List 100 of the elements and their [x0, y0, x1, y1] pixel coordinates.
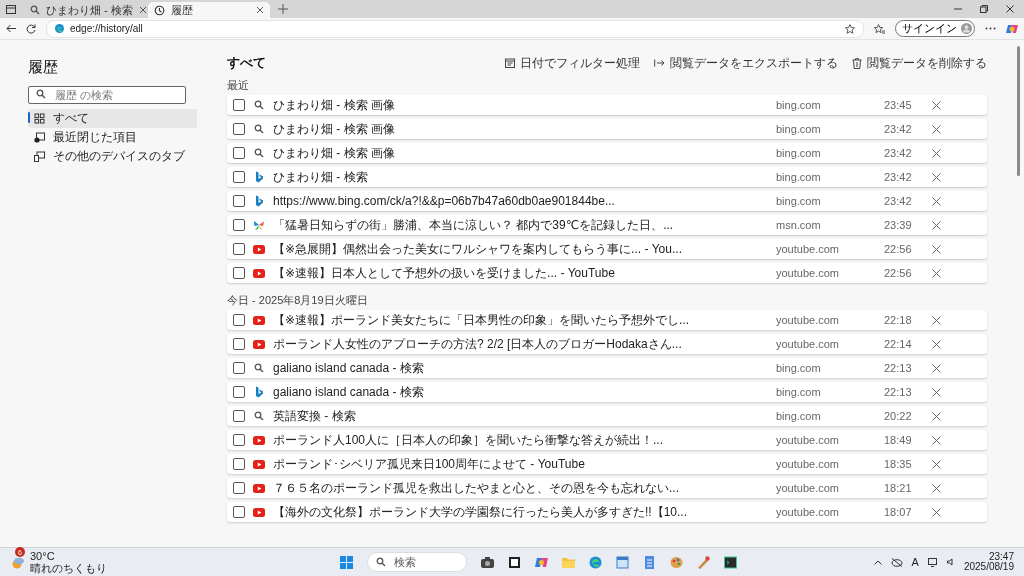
sidebar-item[interactable]: すべて: [28, 109, 200, 128]
checkbox[interactable]: [233, 338, 245, 350]
page-title-text: ポーランド･シベリア孤児来日100周年によせて - YouTube: [273, 455, 586, 473]
cloud-off-icon[interactable]: [890, 557, 903, 567]
history-entry[interactable]: 【海外の文化祭】ポーランド大学の学園祭に行ったら美人が多すぎた!!【10... youtube.com 18:07: [227, 502, 987, 522]
terminal-icon[interactable]: [724, 555, 737, 569]
checkbox[interactable]: [233, 195, 245, 207]
checkbox[interactable]: [233, 434, 245, 446]
toolbar-action[interactable]: 閲覧データを削除する: [852, 54, 987, 72]
close-icon[interactable]: [1006, 5, 1014, 13]
history-entry[interactable]: ポーランド人女性のアプローチの方法? 2/2 [日本人のブロガーHodakaさん... youtube.com 22:14: [227, 334, 987, 354]
sidebar-item[interactable]: その他のデバイスのタブ: [28, 147, 200, 166]
paintbrush-icon[interactable]: [697, 555, 710, 569]
site-domain: youtube.com: [776, 482, 840, 494]
checkbox[interactable]: [233, 123, 245, 135]
checkbox[interactable]: [233, 362, 245, 374]
window-icon[interactable]: [508, 555, 521, 569]
checkbox[interactable]: [233, 147, 245, 159]
chevron-up-icon[interactable]: [873, 559, 882, 565]
history-entry[interactable]: 【※急展開】偶然出会った美女にワルシャワを案内してもらう事に... - You... youtube.com 22:56: [227, 239, 987, 259]
clock-date[interactable]: 2025/08/19: [963, 562, 1014, 572]
remove-icon[interactable]: [932, 315, 941, 325]
back-arrow-icon[interactable]: [6, 24, 16, 33]
address-bar[interactable]: edge://history/all: [46, 19, 864, 38]
paint-palette-icon[interactable]: [670, 555, 683, 569]
refresh-icon[interactable]: [26, 23, 36, 34]
remove-icon[interactable]: [932, 268, 941, 278]
browser-tab[interactable]: ひまわり畑 - 検索: [24, 2, 146, 18]
checkbox[interactable]: [233, 314, 245, 326]
remove-icon[interactable]: [932, 244, 941, 254]
checkbox[interactable]: [233, 410, 245, 422]
notepad-icon[interactable]: [643, 555, 656, 569]
history-entry[interactable]: ひまわり畑 - 検索 画像 bing.com 23:42: [227, 143, 987, 163]
camera-icon[interactable]: [481, 555, 494, 569]
speaker-icon[interactable]: [946, 558, 955, 566]
checkbox[interactable]: [233, 267, 245, 279]
checkbox[interactable]: [233, 171, 245, 183]
close-icon[interactable]: [138, 6, 147, 14]
checkbox[interactable]: [233, 219, 245, 231]
toolbar-action[interactable]: 閲覧データをエクスポートする: [654, 54, 838, 72]
favorite-star-icon[interactable]: [845, 23, 855, 34]
history-entry[interactable]: 英語変換 - 検索 bing.com 20:22: [227, 406, 987, 426]
remove-icon[interactable]: [932, 435, 941, 445]
remove-icon[interactable]: [932, 148, 941, 158]
remove-icon[interactable]: [932, 220, 941, 230]
checkbox[interactable]: [233, 506, 245, 518]
more-icon[interactable]: [985, 27, 996, 30]
history-entry[interactable]: ひまわり畑 - 検索 画像 bing.com 23:45: [227, 95, 987, 115]
remove-icon[interactable]: [932, 483, 941, 493]
history-entry[interactable]: ポーランド･シベリア孤児来日100周年によせて - YouTube youtube.com 18:35: [227, 454, 987, 474]
history-entry[interactable]: 【※速報】ポーランド美女たちに「日本男性の印象」を聞いたら予想外でし... youtube.com 22:18: [227, 310, 987, 330]
minimize-icon[interactable]: [954, 5, 962, 13]
sign-in-button[interactable]: サインイン: [895, 20, 975, 37]
scrollbar[interactable]: [1017, 46, 1020, 176]
site-domain: youtube.com: [776, 338, 840, 350]
remove-icon[interactable]: [932, 172, 941, 182]
calendar-icon[interactable]: [616, 555, 629, 569]
new-tab-icon[interactable]: [278, 4, 288, 14]
checkbox[interactable]: [233, 243, 245, 255]
close-icon[interactable]: [256, 6, 264, 14]
search-field[interactable]: 履歴 の検索: [28, 86, 186, 104]
history-entry[interactable]: galiano island canada - 検索 bing.com 22:13: [227, 358, 987, 378]
url-text: edge://history/all: [70, 23, 144, 34]
remove-icon[interactable]: [932, 411, 941, 421]
browser-tab[interactable]: 履歴: [148, 2, 270, 18]
remove-icon[interactable]: [932, 124, 941, 134]
taskbar-search-field[interactable]: 検索: [367, 552, 467, 572]
history-entry[interactable]: https://www.bing.com/ck/a?!&&p=06b7b47a60db0ae901844be... bing.com 23:42: [227, 191, 987, 211]
history-entry[interactable]: 「猛暑日知らずの街」勝浦、本当に涼しい？ 都内で39℃を記録した日、... msn.com 23:39: [227, 215, 987, 235]
remove-icon[interactable]: [932, 196, 941, 206]
network-icon[interactable]: [927, 557, 938, 567]
history-entry[interactable]: galiano island canada - 検索 bing.com 22:13: [227, 382, 987, 402]
remove-icon[interactable]: [932, 363, 941, 373]
checkbox[interactable]: [233, 482, 245, 494]
windows-logo-icon[interactable]: [340, 555, 353, 569]
history-entry[interactable]: ひまわり畑 - 検索 bing.com 23:42: [227, 167, 987, 187]
history-entry[interactable]: ひまわり畑 - 検索 画像 bing.com 23:42: [227, 119, 987, 139]
checkbox[interactable]: [233, 386, 245, 398]
remove-icon[interactable]: [932, 507, 941, 517]
remove-icon[interactable]: [932, 387, 941, 397]
input-mode-indicator[interactable]: A: [911, 556, 919, 568]
checkbox[interactable]: [233, 458, 245, 470]
edge-browser-icon[interactable]: [589, 555, 602, 569]
copilot-icon[interactable]: [535, 555, 548, 569]
clock-time[interactable]: 23:47: [988, 552, 1014, 562]
remove-icon[interactable]: [932, 100, 941, 110]
remove-icon[interactable]: [932, 339, 941, 349]
restore-icon[interactable]: [980, 5, 988, 13]
favorites-icon[interactable]: [874, 23, 885, 34]
tab-actions-icon[interactable]: [6, 5, 16, 14]
history-entry[interactable]: 【※速報】日本人として予想外の扱いを受けました... - YouTube youtube.com 22:56: [227, 263, 987, 283]
checkbox[interactable]: [233, 99, 245, 111]
avatar-icon: [961, 23, 972, 34]
toolbar-action[interactable]: 日付でフィルター処理: [505, 54, 640, 72]
sidebar-item[interactable]: 最近閉じた項目: [28, 128, 200, 147]
remove-icon[interactable]: [932, 459, 941, 469]
history-entry[interactable]: ７６５名のポーランド孤児を救出したやまと心と、その恩を今も忘れない... youtube.com 18:21: [227, 478, 987, 498]
history-entry[interactable]: ポーランド人100人に［日本人の印象］を聞いたら衝撃な答えが続出！... youtube.com 18:49: [227, 430, 987, 450]
copilot-icon[interactable]: [1006, 22, 1018, 35]
search-icon: [254, 411, 264, 421]
